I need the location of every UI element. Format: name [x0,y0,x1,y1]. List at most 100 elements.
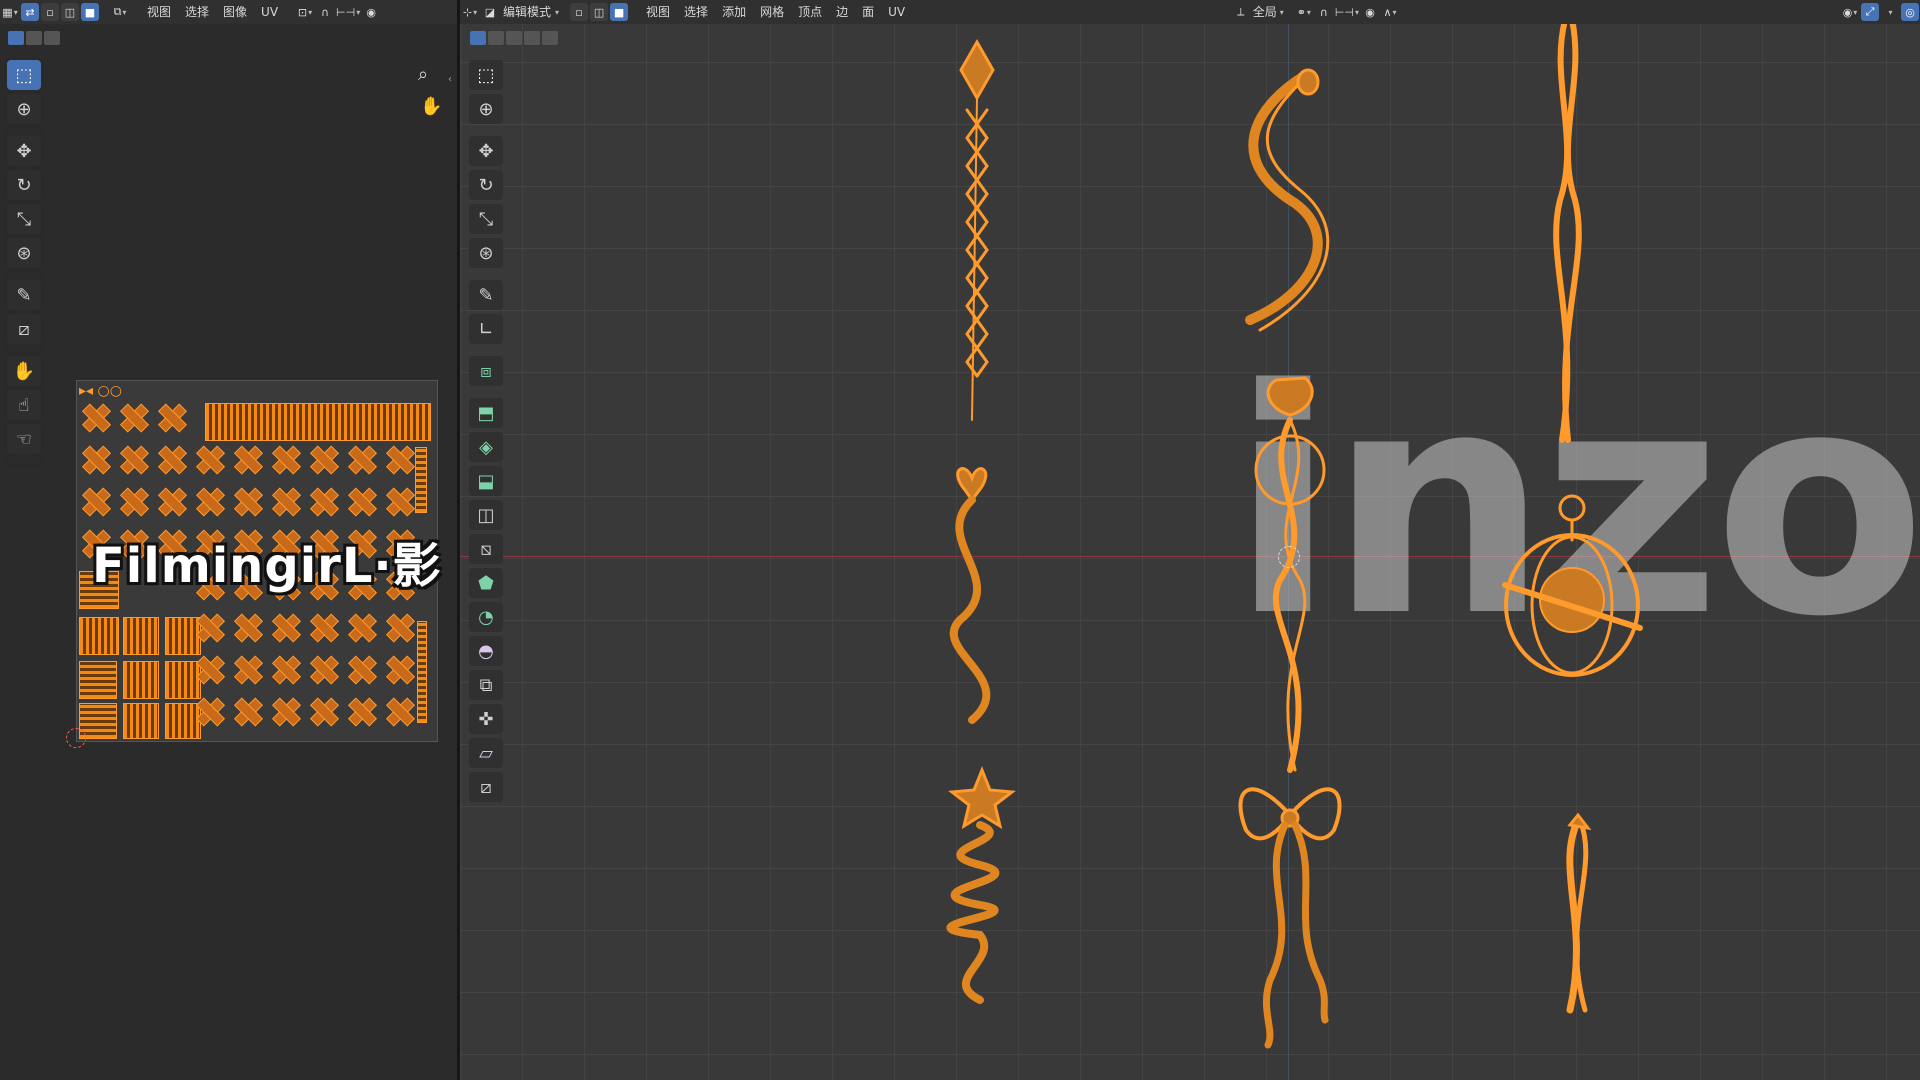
uv-cross-island [233,613,263,643]
edge-select-icon[interactable]: ◫ [61,3,79,21]
editor-type-button[interactable]: ▦ ▾ [1,3,19,21]
loop-cut-icon[interactable]: ◫ [469,500,503,530]
scale-icon[interactable]: ⤡ [7,204,41,234]
uv-cross-island [347,445,377,475]
menu-uv[interactable]: UV [881,0,912,24]
falloff-icon[interactable]: ∧ ▾ [1381,3,1399,21]
edge-slide-icon[interactable]: ⧉ [469,670,503,700]
snap-icon[interactable]: ∩ [1315,3,1333,21]
rip-icon[interactable]: ⧄ [7,314,41,344]
menu-select[interactable]: 选择 [178,0,216,24]
snap-target-icon[interactable]: ⊢⊣ ▾ [336,3,360,21]
rotate-icon[interactable]: ↻ [469,170,503,200]
menu-mesh[interactable]: 网格 [753,0,791,24]
uv-cross-island [271,487,301,517]
select-box-icon[interactable]: ⬚ [7,60,41,90]
pan-hand-icon[interactable]: ✋ [420,96,442,117]
uv-editor[interactable]: ▦ ▾ ⇄ ▫ ◫ ■ ⧉ ▾ 视图 选择 图像 UV ⊡ ▾ ∩ ⊢⊣ ▾ ◉ ⬚ ⊕… [0,0,457,1080]
face-select-icon[interactable]: ■ [610,3,629,21]
menu-select[interactable]: 选择 [677,0,715,24]
snap-target-icon[interactable]: ⊢⊣ ▾ [1335,3,1359,21]
heart-ribbon-mesh [949,467,991,724]
zoom-icon[interactable]: ⌕ [418,64,428,85]
pivot-point-icon[interactable]: ⚭ ▾ [1295,3,1313,21]
uv-cross-island [309,613,339,643]
gizmo-dropdown-icon[interactable]: ▾ [1881,3,1899,21]
uv-cross-island [309,487,339,517]
rip-region-icon[interactable]: ⧄ [469,772,503,802]
poly-build-icon[interactable]: ⬟ [469,568,503,598]
select-subtract-icon[interactable] [506,31,522,45]
editor-type-button[interactable]: ⊹ ▾ [461,3,479,21]
shrink-icon[interactable]: ✜ [469,704,503,734]
proportional-edit-icon[interactable]: ◉ [1361,3,1379,21]
cursor-icon[interactable]: ⊕ [469,94,503,124]
uv-cross-island [309,445,339,475]
bevel-icon[interactable]: ⬓ [469,466,503,496]
sticky-select-button[interactable]: ⧉ ▾ [111,3,129,21]
menu-face[interactable]: 面 [855,0,881,24]
smooth-icon[interactable]: ◓ [469,636,503,666]
visibility-icon[interactable]: ◉ ▾ [1841,3,1859,21]
move-icon[interactable]: ✥ [7,136,41,166]
menu-view[interactable]: 视图 [140,0,178,24]
pivot-icon[interactable]: ⊡ ▾ [296,3,314,21]
pinch-icon[interactable]: ☜ [7,424,41,454]
add-cube-icon[interactable]: ⧈ [469,356,503,386]
uv-cross-island [271,613,301,643]
3d-viewport[interactable]: inzoi [460,0,1920,1080]
scale-icon[interactable]: ⤡ [469,204,503,234]
edge-select-icon[interactable]: ◫ [590,3,609,21]
measure-icon[interactable]: ∟ [469,314,503,344]
uv-cross-island [195,697,225,727]
menu-vertex[interactable]: 顶点 [791,0,829,24]
transform-icon[interactable]: ⊛ [469,238,503,268]
cursor-icon[interactable]: ⊕ [7,94,41,124]
mode-dropdown[interactable]: 编辑模式 [500,0,554,24]
menu-view[interactable]: 视图 [639,0,677,24]
transform-icon[interactable]: ⊛ [7,238,41,268]
annotate-icon[interactable]: ✎ [469,280,503,310]
vertex-select-icon[interactable]: ▫ [570,3,589,21]
annotate-icon[interactable]: ✎ [7,280,41,310]
relax-icon[interactable]: ☝ [7,390,41,420]
uv-cross-island [195,613,225,643]
uv-cross-island [233,487,263,517]
transform-orientation-dropdown[interactable]: 全局 [1251,0,1279,24]
edit-mode-icon: ◪ [484,5,496,19]
rotate-icon[interactable]: ↻ [7,170,41,200]
uv-selection-mode-bar [8,28,60,48]
select-extend-icon[interactable] [26,31,42,45]
inset-icon[interactable]: ◈ [469,432,503,462]
spin-icon[interactable]: ◔ [469,602,503,632]
select-extend-icon[interactable] [488,31,504,45]
select-intersect-icon[interactable] [542,31,558,45]
face-select-icon[interactable]: ■ [81,3,99,21]
mesh-objects [946,17,1643,1049]
knife-icon[interactable]: ⧅ [469,534,503,564]
3d-cursor-icon [1278,546,1300,568]
select-invert-icon[interactable] [524,31,540,45]
vertex-select-icon[interactable]: ▫ [41,3,59,21]
star-tree-mesh [946,765,1016,1004]
select-new-icon[interactable] [8,31,24,45]
move-icon[interactable]: ✥ [469,136,503,166]
menu-add[interactable]: 添加 [715,0,753,24]
menu-edge[interactable]: 边 [829,0,855,24]
menu-uv[interactable]: UV [254,0,285,24]
menu-image[interactable]: 图像 [216,0,254,24]
uv-cross-island [385,655,415,685]
select-box-icon[interactable]: ⬚ [469,60,503,90]
snap-icon[interactable]: ∩ [316,3,334,21]
sync-selection-icon[interactable]: ⇄ [21,3,39,21]
proportional-edit-icon[interactable]: ◉ [362,3,380,21]
diamond-chain-mesh [959,38,995,421]
grab-icon[interactable]: ✋ [7,356,41,386]
extrude-icon[interactable]: ⬒ [469,398,503,428]
gizmo-icon[interactable]: ⤢ [1861,3,1879,21]
select-subtract-icon[interactable] [44,31,60,45]
sidebar-toggle-icon[interactable]: ‹ [448,74,452,85]
select-new-icon[interactable] [470,31,486,45]
overlay-icon[interactable]: ◎ [1901,3,1919,21]
shear-icon[interactable]: ▱ [469,738,503,768]
